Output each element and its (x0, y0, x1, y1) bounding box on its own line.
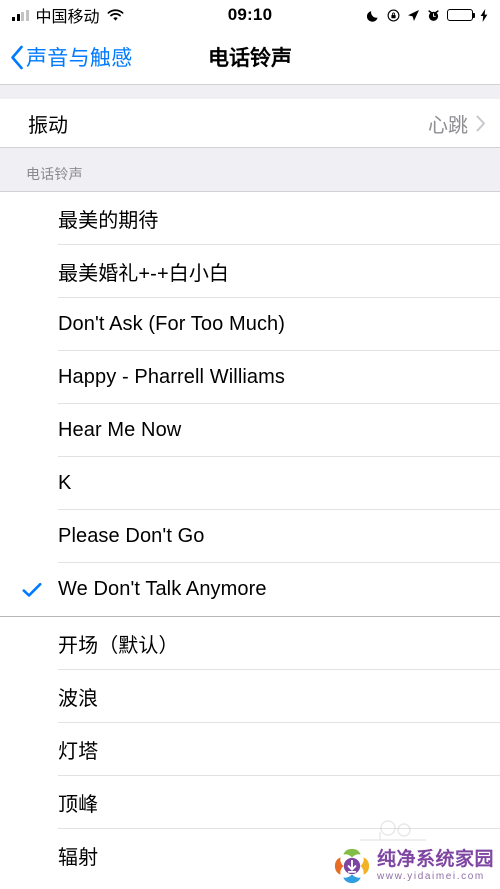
back-button[interactable]: 声音与触感 (10, 42, 133, 72)
custom-ringtone-label: Hear Me Now (58, 419, 182, 441)
system-ringtone-item[interactable]: 波浪 (0, 670, 500, 723)
lightning-bolt-icon (480, 8, 488, 22)
navigation-bar: 声音与触感 电话铃声 (0, 30, 500, 84)
custom-ringtone-item[interactable]: Please Don't Go (0, 510, 500, 563)
checkmark-icon (22, 582, 42, 598)
section-header-label: 电话铃声 (26, 166, 83, 182)
system-ringtone-label: 开场（默认） (58, 635, 179, 657)
system-ringtone-label: 辐射 (58, 847, 99, 869)
chevron-left-icon (10, 45, 24, 70)
system-ringtone-item[interactable]: 开场（默认） (0, 617, 500, 670)
custom-ringtone-item[interactable]: K (0, 457, 500, 510)
chevron-right-icon (476, 115, 486, 132)
custom-ringtone-item[interactable]: Don't Ask (For Too Much) (0, 298, 500, 351)
battery-icon (447, 9, 476, 21)
rotation-lock-icon (387, 9, 400, 22)
group-top-gap (0, 85, 500, 99)
system-ringtone-item[interactable]: 灯塔 (0, 723, 500, 776)
system-ringtone-item[interactable]: 顶峰 (0, 776, 500, 829)
custom-ringtone-list: 最美的期待最美婚礼+-+白小白 Don't Ask (For Too Much) H… (0, 192, 500, 616)
system-ringtone-label: 顶峰 (58, 794, 99, 816)
alarm-clock-icon (427, 9, 440, 22)
status-bar-right (367, 8, 488, 22)
custom-ringtone-label: 最美婚礼+-+白小白 (58, 263, 230, 285)
system-ringtone-list: 开场（默认） 波浪灯塔顶峰辐射 (0, 617, 500, 882)
custom-ringtone-item[interactable]: Hear Me Now (0, 404, 500, 457)
back-button-label: 声音与触感 (26, 47, 133, 70)
custom-ringtone-label: Please Don't Go (58, 525, 205, 547)
vibration-value: 心跳 (428, 114, 468, 137)
section-header: 电话铃声 (0, 147, 500, 192)
system-ringtone-label: 灯塔 (58, 741, 99, 763)
system-ringtone-label: 波浪 (58, 688, 99, 710)
status-bar-left: 中国移动 (12, 3, 124, 27)
custom-ringtone-item[interactable]: We Don't Talk Anymore (0, 563, 500, 616)
carrier-label: 中国移动 (35, 9, 100, 26)
custom-ringtone-label: K (58, 472, 72, 494)
iphone-screen: 中国移动 09:10 声音与触感 电话铃声 振动 心跳 电话铃声 最美的期待 最… (0, 0, 500, 889)
wifi-icon (107, 8, 124, 22)
signal-bars-icon (12, 9, 29, 21)
custom-ringtone-label: Don't Ask (For Too Much) (58, 313, 286, 335)
status-bar: 中国移动 09:10 (0, 0, 500, 30)
custom-ringtone-item[interactable]: 最美的期待 (0, 192, 500, 245)
custom-ringtone-label: 最美的期待 (58, 210, 159, 232)
custom-ringtone-item[interactable]: 最美婚礼+-+白小白 (0, 245, 500, 298)
vibration-row[interactable]: 振动 心跳 (0, 99, 500, 147)
custom-ringtone-item[interactable]: Happy - Pharrell Williams (0, 351, 500, 404)
system-ringtone-item[interactable]: 辐射 (0, 829, 500, 882)
vibration-label: 振动 (28, 114, 68, 137)
custom-ringtone-label: Happy - Pharrell Williams (58, 366, 285, 388)
location-arrow-icon (407, 9, 420, 22)
moon-do-not-disturb-icon (367, 9, 380, 22)
custom-ringtone-label: We Don't Talk Anymore (58, 578, 267, 600)
